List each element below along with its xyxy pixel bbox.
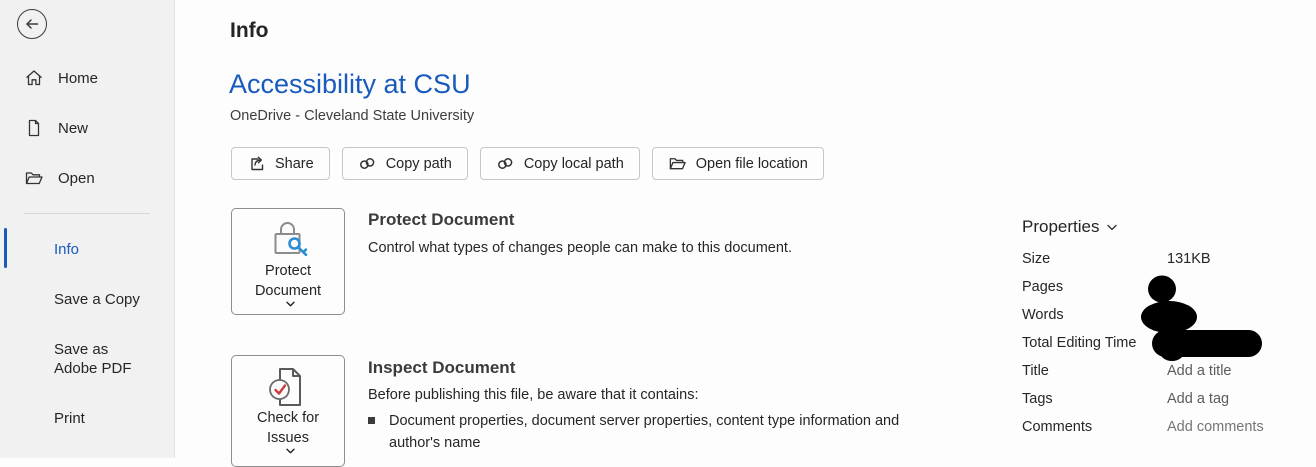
share-button[interactable]: Share xyxy=(231,147,330,180)
redaction-scribble xyxy=(1135,270,1277,365)
property-row-size: Size 131KB xyxy=(1022,245,1264,273)
new-document-icon xyxy=(24,118,44,138)
arrow-left-icon xyxy=(24,16,40,32)
property-label: Title xyxy=(1022,363,1049,379)
sidebar-item-save-as-adobe-pdf[interactable]: Save as Adobe PDF xyxy=(54,340,142,378)
sidebar-item-label: New xyxy=(58,119,89,137)
open-file-location-button-label: Open file location xyxy=(695,155,808,172)
protect-document-heading: Protect Document xyxy=(368,210,515,229)
inspect-document-intro: Before publishing this file, be aware th… xyxy=(368,387,699,403)
lock-with-key-icon xyxy=(265,219,311,261)
sidebar-item-label: Home xyxy=(58,69,99,87)
inspect-document-bullet: Document properties, document server pro… xyxy=(368,410,943,454)
properties-dropdown-label: Properties xyxy=(1022,217,1100,236)
property-value: 131KB xyxy=(1167,251,1211,267)
inspect-document-bullet-text: Document properties, document server pro… xyxy=(389,413,900,451)
sidebar-item-print[interactable]: Print xyxy=(54,409,85,428)
protect-document-dropdown[interactable]: Protect Document xyxy=(231,208,345,315)
share-icon xyxy=(247,154,266,173)
sidebar-item-info[interactable]: Info xyxy=(54,240,79,259)
protect-document-description: Control what types of changes people can… xyxy=(368,240,792,256)
check-for-issues-dropdown[interactable]: Check for Issues xyxy=(231,355,345,467)
copy-path-button-label: Copy path xyxy=(385,155,452,172)
property-row-comments: Comments Add comments xyxy=(1022,413,1264,441)
document-with-checkmark-icon xyxy=(266,366,310,408)
sidebar-item-label: Open xyxy=(58,169,95,187)
chevron-down-icon xyxy=(285,301,295,307)
folder-open-icon xyxy=(24,168,44,188)
protect-document-dropdown-label: Protect Document xyxy=(238,261,338,320)
share-button-label: Share xyxy=(275,155,314,172)
folder-open-icon xyxy=(668,154,687,173)
property-label: Tags xyxy=(1022,391,1053,407)
copy-local-path-button-label: Copy local path xyxy=(523,155,624,172)
sidebar-item-new[interactable]: New xyxy=(0,112,175,144)
inspect-document-heading: Inspect Document xyxy=(368,358,516,377)
back-button[interactable] xyxy=(17,9,47,39)
properties-dropdown[interactable]: Properties xyxy=(1022,217,1118,237)
add-title-field[interactable]: Add a title xyxy=(1167,363,1232,379)
copy-local-path-button[interactable]: Copy local path xyxy=(479,147,640,180)
property-label: Size xyxy=(1022,251,1051,267)
document-title: Accessibility at CSU xyxy=(229,69,471,99)
document-location: OneDrive - Cleveland State University xyxy=(230,108,475,124)
sidebar-divider xyxy=(24,213,150,214)
home-icon xyxy=(24,68,44,88)
page-title: Info xyxy=(230,19,269,42)
chain-link-icon xyxy=(358,154,377,173)
property-row-tags: Tags Add a tag xyxy=(1022,385,1264,413)
copy-path-button[interactable]: Copy path xyxy=(341,147,468,180)
document-actions: Share Copy path Copy local path Open fil… xyxy=(231,147,824,180)
open-file-location-button[interactable]: Open file location xyxy=(651,147,824,180)
sidebar-item-open[interactable]: Open xyxy=(0,162,175,194)
sidebar-item-save-a-copy[interactable]: Save a Copy xyxy=(54,290,140,309)
add-comments-field[interactable]: Add comments xyxy=(1167,419,1264,435)
selected-indicator xyxy=(4,228,7,268)
chevron-down-icon xyxy=(285,448,295,454)
chain-link-icon xyxy=(496,154,515,173)
check-for-issues-dropdown-label: Check for Issues xyxy=(238,408,338,467)
chevron-down-icon xyxy=(1107,224,1118,231)
property-label: Comments xyxy=(1022,419,1093,435)
backstage-sidebar: Home New Open Info Save a Copy Save as A… xyxy=(0,0,175,458)
add-tag-field[interactable]: Add a tag xyxy=(1167,391,1229,407)
sidebar-item-home[interactable]: Home xyxy=(0,62,175,94)
bullet-icon xyxy=(368,417,375,424)
